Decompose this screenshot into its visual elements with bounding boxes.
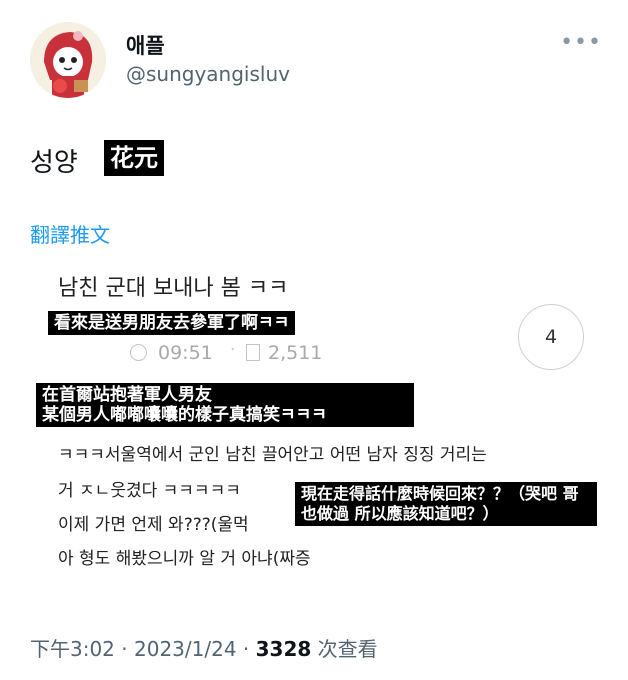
comment-count: 4 xyxy=(544,326,558,348)
embedded-body-line: 거 ㅈㄴ웃겼다 ㅋㅋㅋㅋㅋ xyxy=(58,481,241,501)
translate-link[interactable]: 翻譯推文 xyxy=(30,219,110,248)
view-count-label: 次查看 xyxy=(311,637,378,661)
caption-overlay-1: 看來是送男朋友去參軍了啊ㅋㅋ xyxy=(48,311,296,335)
user-handle[interactable]: @sungyangisluv xyxy=(126,62,290,86)
footer-separator: · xyxy=(236,637,256,661)
embedded-post-views: 2,511 xyxy=(268,342,323,364)
caption-overlay-3: 現在走得話什麼時候回來？？（哭吧 哥也做過 所以應該知道吧？） xyxy=(295,482,597,526)
embedded-post-time: 09:51 xyxy=(158,342,213,364)
tweet-text: 성양 xyxy=(30,148,78,178)
caption-overlay-2-line2: 某個男人嘟嘟囔囔的樣子真搞笑ㅋㅋㅋ xyxy=(42,405,327,425)
comment-count-bubble: 4 xyxy=(518,304,584,370)
footer-separator: · xyxy=(114,637,134,661)
embedded-body-line: 아 형도 해봤으니까 알 거 아냐(짜증 xyxy=(58,549,311,569)
embedded-body-line: ㅋㅋㅋ서울역에서 군인 남친 끌어안고 어떤 남자 징징 거리는 xyxy=(58,445,487,465)
view-count: 3328 xyxy=(255,637,312,661)
embedded-post-title: 남친 군대 보내나 봄 ㅋㅋ xyxy=(58,276,289,301)
avatar[interactable] xyxy=(30,22,106,98)
caption-overlay-2: 在首爾站抱著軍人男友 某個男人嘟嘟囔囔的樣子真搞笑ㅋㅋㅋ xyxy=(36,383,414,427)
cartoon-avatar-icon xyxy=(30,22,106,98)
clock-icon xyxy=(130,344,147,361)
more-dots-icon[interactable]: ••• xyxy=(560,30,602,55)
tweet-date[interactable]: 2023/1/24 xyxy=(134,637,237,661)
display-name[interactable]: 애플 xyxy=(126,30,165,60)
views-icon xyxy=(246,344,260,361)
embedded-body-line: 이제 가면 언제 와???(울먹 xyxy=(58,515,249,535)
tweet-footer: 下午3:02 · 2023/1/24 · 3328 次查看 xyxy=(30,633,378,662)
tweet-time[interactable]: 下午3:02 xyxy=(30,637,115,661)
tweet-boxed-text: 花元 xyxy=(104,140,164,176)
meta-separator: · xyxy=(230,340,236,360)
caption-overlay-2-line1: 在首爾站抱著軍人男友 xyxy=(42,385,212,405)
